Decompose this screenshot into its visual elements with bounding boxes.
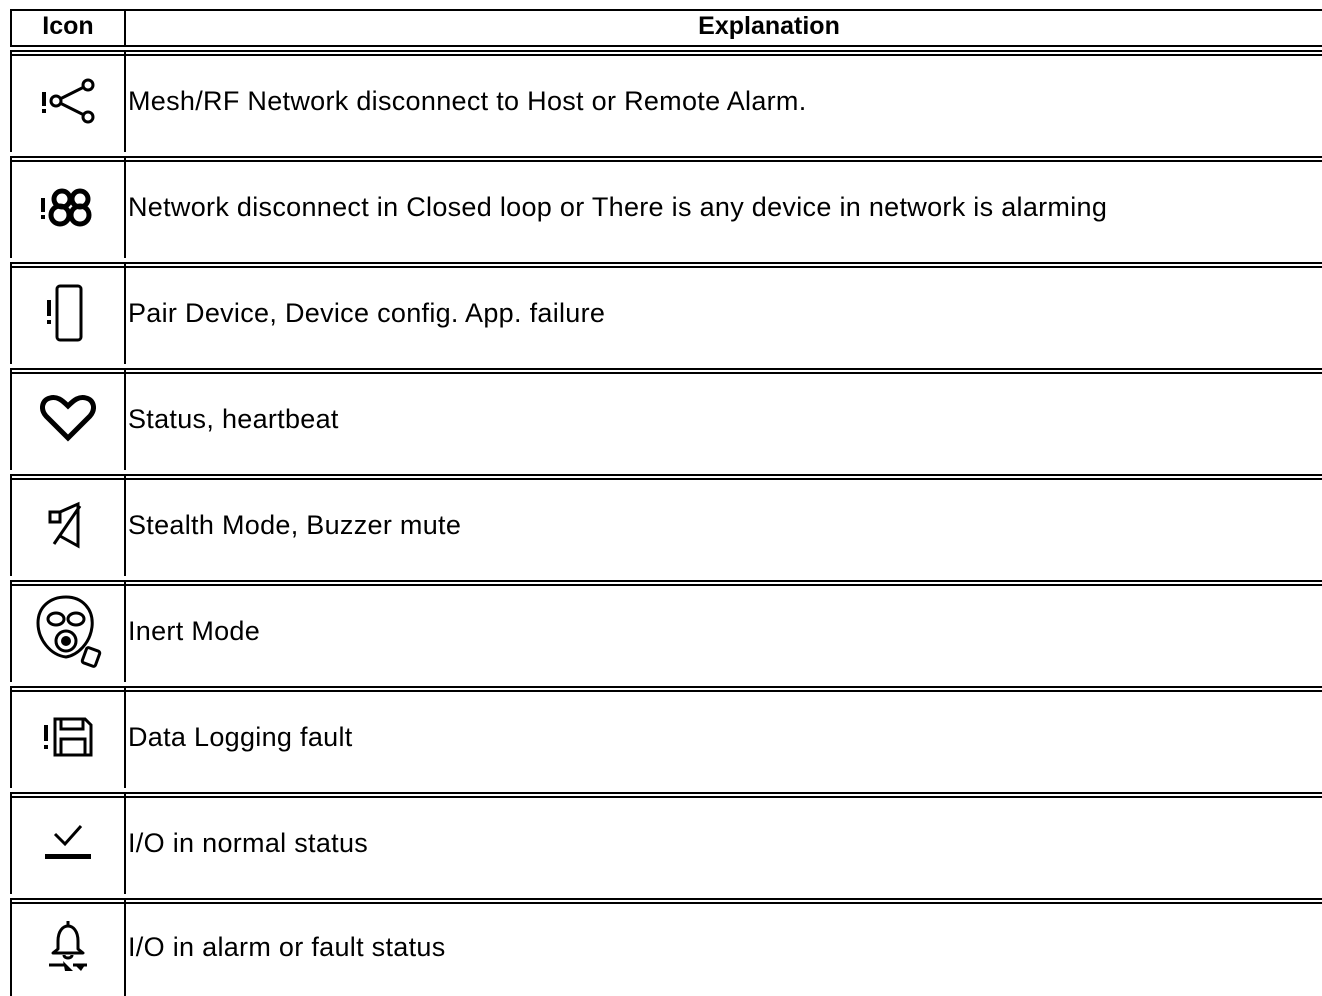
buzzer-mute-icon [10, 474, 126, 576]
row-explanation: Network disconnect in Closed loop or The… [128, 191, 1108, 222]
table-row: Data Logging fault [10, 686, 1322, 788]
io-normal-icon [10, 792, 126, 894]
row-explanation: I/O in alarm or fault status [128, 931, 446, 962]
row-explanation: I/O in normal status [128, 827, 369, 858]
table-row: Inert Mode [10, 580, 1322, 682]
icon-table: Icon Explanation Mesh/RF Network disconn… [10, 9, 1322, 996]
row-explanation: Mesh/RF Network disconnect to Host or Re… [128, 85, 807, 116]
table-row: Mesh/RF Network disconnect to Host or Re… [10, 50, 1322, 152]
table-row: Stealth Mode, Buzzer mute [10, 474, 1322, 576]
network-disconnect-icon [10, 50, 126, 152]
row-explanation: Inert Mode [128, 615, 261, 646]
table-row: Network disconnect in Closed loop or The… [10, 156, 1322, 258]
pair-device-failure-icon [10, 262, 126, 364]
table-row: Pair Device, Device config. App. failure [10, 262, 1322, 364]
row-explanation: Status, heartbeat [128, 403, 339, 434]
table-row: I/O in alarm or fault status [10, 898, 1322, 996]
row-explanation: Pair Device, Device config. App. failure [128, 297, 606, 328]
row-explanation: Data Logging fault [128, 721, 353, 752]
row-explanation: Stealth Mode, Buzzer mute [128, 509, 462, 540]
header-explanation-column: Explanation [698, 12, 840, 40]
table-header: Icon Explanation [10, 9, 1322, 47]
data-logging-fault-icon [10, 686, 126, 788]
table-row: I/O in normal status [10, 792, 1322, 894]
gas-mask-icon [10, 580, 126, 682]
heartbeat-icon [10, 368, 126, 470]
table-row: Status, heartbeat [10, 368, 1322, 470]
header-icon-column: Icon [10, 11, 126, 45]
io-alarm-icon [10, 898, 126, 996]
closed-loop-disconnect-icon [10, 156, 126, 258]
